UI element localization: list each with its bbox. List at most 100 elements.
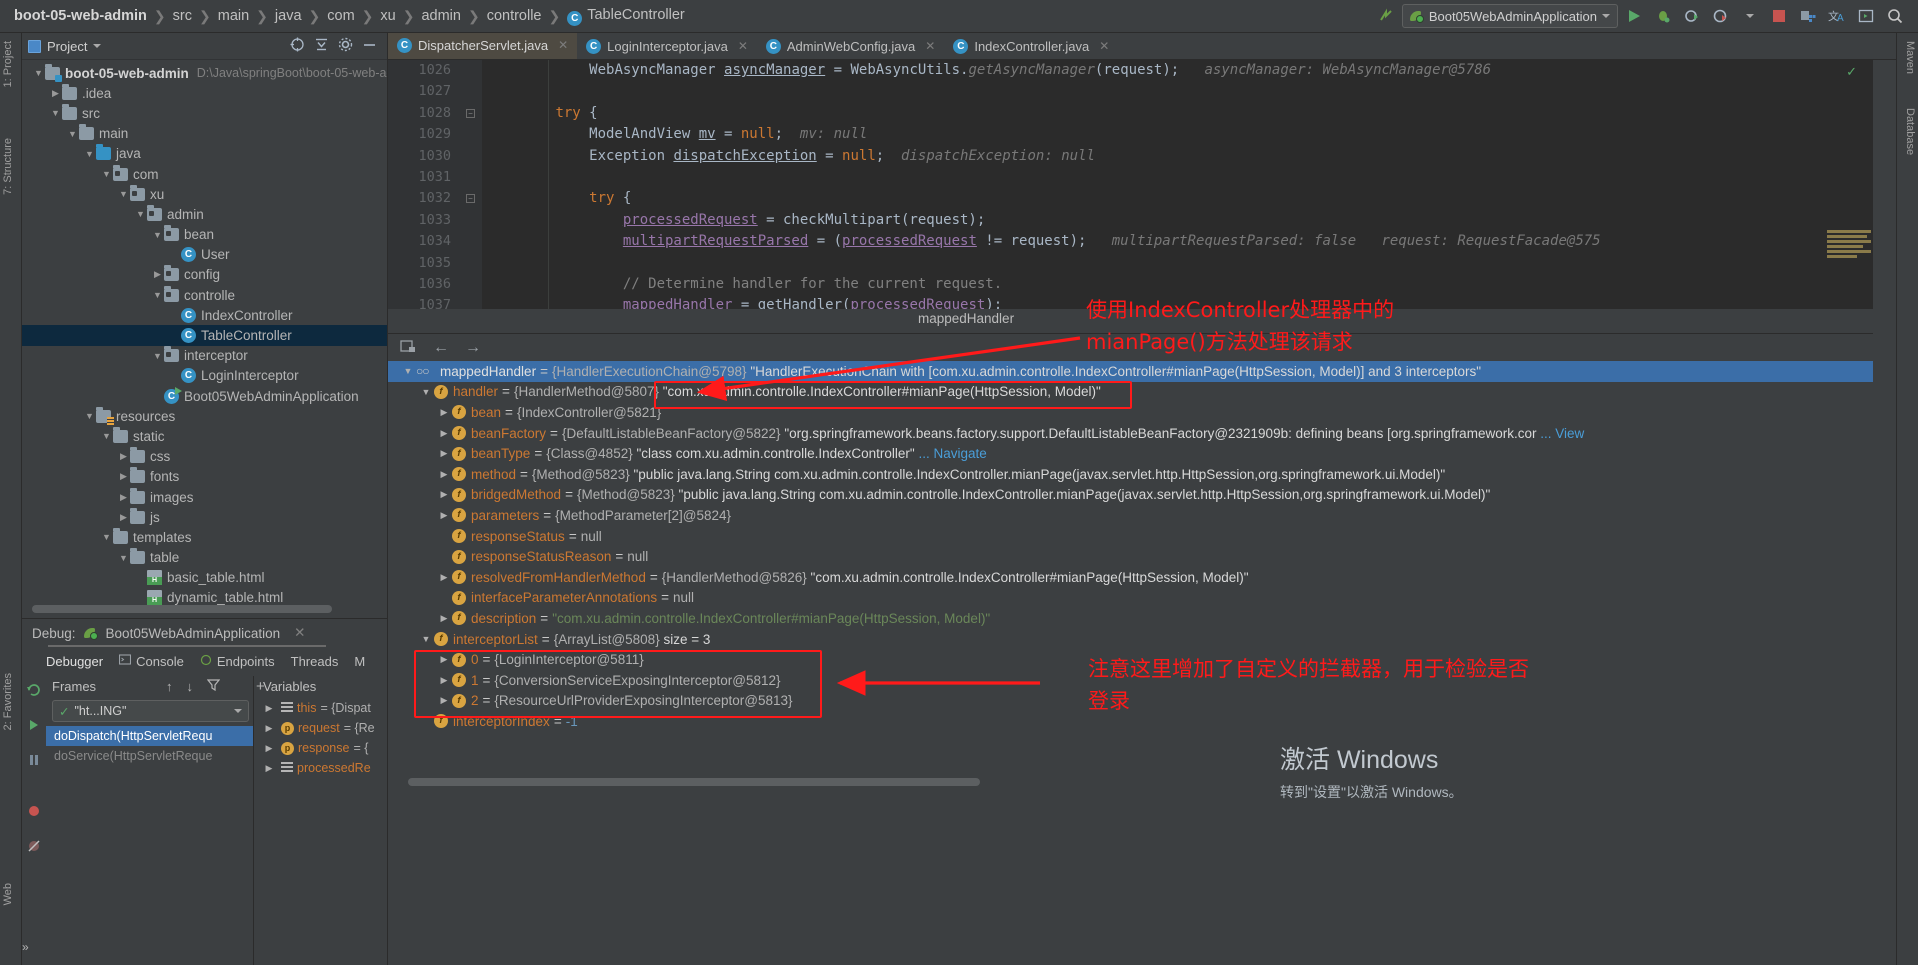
project-tree-item[interactable]: ▶ images — [22, 487, 387, 507]
breadcrumb-item-1[interactable]: src — [173, 8, 192, 24]
close-icon[interactable]: ✕ — [294, 625, 305, 641]
project-tree-item[interactable]: ▼ table — [22, 548, 387, 568]
editor-fold-column[interactable]: − − — [460, 60, 482, 309]
variable-row[interactable]: ▶ f bridgedMethod = {Method@5823} "public ja… — [388, 485, 1873, 506]
project-tree-item[interactable]: ▼ xu — [22, 184, 387, 204]
tree-expand-arrow[interactable]: ▼ — [49, 108, 62, 118]
project-tree-item[interactable]: ▶ js — [22, 507, 387, 527]
tool-window-favorites[interactable]: 2: Favorites — [2, 673, 14, 730]
tree-expand-arrow[interactable]: ▶ — [436, 654, 452, 665]
project-tree-item[interactable]: ▶ config — [22, 265, 387, 285]
tree-expand-arrow[interactable]: ▼ — [83, 411, 96, 421]
add-watch-icon[interactable]: + — [256, 678, 265, 695]
project-tree-item[interactable]: ▼ bean — [22, 225, 387, 245]
project-tree-item[interactable]: ▼ admin — [22, 204, 387, 224]
breadcrumb-item-0[interactable]: boot-05-web-admin — [14, 8, 147, 24]
breadcrumb-item-7[interactable]: controlle — [487, 8, 542, 24]
project-tree-item[interactable]: ▶ fonts — [22, 467, 387, 487]
variables-hscrollbar[interactable] — [408, 778, 980, 786]
hide-icon[interactable] — [362, 37, 377, 55]
close-icon[interactable]: ✕ — [558, 38, 568, 52]
variable-mini-row[interactable]: ▶ p response = { — [255, 738, 388, 758]
tree-expand-arrow[interactable]: ▼ — [83, 149, 96, 159]
project-tree-item[interactable]: ▼ resources — [22, 406, 387, 426]
frames-list[interactable]: doDispatch(HttpServletRequ doService(Http… — [46, 726, 253, 766]
project-tree-hscrollbar[interactable] — [32, 605, 332, 613]
variable-row[interactable]: ▶ f beanType = {Class@4852} "class com.xu.ad… — [388, 443, 1873, 464]
filter-icon[interactable] — [206, 678, 221, 694]
tree-expand-arrow[interactable]: ▶ — [261, 723, 277, 734]
debug-tab[interactable]: Threads — [291, 654, 339, 669]
project-tree-item[interactable]: ▼ boot-05-web-admin D:\Java\springBoot\boo… — [22, 63, 387, 83]
breadcrumb-item-8[interactable]: C TableController — [567, 7, 685, 26]
tree-expand-arrow[interactable]: ▶ — [436, 531, 452, 542]
variable-row[interactable]: ▶ f resolvedFromHandlerMethod = {HandlerMeth… — [388, 567, 1873, 588]
tree-expand-arrow[interactable]: ▶ — [134, 592, 147, 603]
view-breakpoints-icon[interactable] — [26, 803, 42, 822]
tree-expand-arrow[interactable]: ▶ — [117, 451, 130, 462]
tree-expand-arrow[interactable]: ▼ — [100, 431, 113, 441]
variable-row[interactable]: ▶ f method = {Method@5823} "public java.lang… — [388, 464, 1873, 485]
tree-expand-arrow[interactable]: ▶ — [436, 551, 452, 562]
tree-expand-arrow[interactable]: ▶ — [168, 330, 181, 341]
variable-action-link[interactable]: ... Navigate — [915, 446, 986, 461]
up-arrow-icon[interactable]: ↑ — [166, 679, 173, 694]
variable-row[interactable]: ▶ f parameters = {MethodParameter[2]@5824} — [388, 505, 1873, 526]
tree-expand-arrow[interactable]: ▶ — [436, 592, 452, 603]
tree-expand-arrow[interactable]: ▼ — [151, 351, 164, 361]
tree-expand-arrow[interactable]: ▶ — [436, 695, 452, 706]
tree-expand-arrow[interactable]: ▼ — [418, 634, 434, 644]
tree-expand-arrow[interactable]: ▶ — [436, 675, 452, 686]
tree-expand-arrow[interactable]: ▶ — [117, 492, 130, 503]
tree-expand-arrow[interactable]: ▶ — [436, 469, 452, 480]
tool-window-structure[interactable]: 7: Structure — [2, 138, 14, 195]
editor-tab[interactable]: C IndexController.java ✕ — [944, 33, 1118, 59]
breadcrumb-item-3[interactable]: java — [275, 8, 302, 24]
project-tree-item[interactable]: ▼ main — [22, 124, 387, 144]
fold-marker-icon[interactable]: − — [466, 108, 475, 118]
tree-expand-arrow[interactable]: ▶ — [261, 703, 277, 714]
tree-expand-arrow[interactable]: ▶ — [436, 407, 452, 418]
variable-row[interactable]: ▼ ○○ mappedHandler = {HandlerExecutionChain@… — [388, 361, 1873, 382]
rerun-icon[interactable] — [26, 682, 42, 701]
project-tree-item[interactable]: ▶ basic_table.html — [22, 568, 387, 588]
tree-expand-arrow[interactable]: ▶ — [261, 743, 277, 754]
tree-expand-arrow[interactable]: ▼ — [117, 553, 130, 563]
project-tree-item[interactable]: ▶CBoot05WebAdminApplication — [22, 386, 387, 406]
stack-frame-row[interactable]: doDispatch(HttpServletRequ — [46, 726, 253, 746]
project-tree-item[interactable]: ▼ java — [22, 144, 387, 164]
tree-expand-arrow[interactable]: ▶ — [134, 572, 147, 583]
run-with-coverage-icon[interactable] — [1679, 4, 1705, 28]
watch-icon[interactable] — [400, 339, 417, 357]
down-arrow-icon[interactable]: ↓ — [187, 679, 194, 694]
tree-expand-arrow[interactable]: ▼ — [400, 366, 416, 376]
tree-expand-arrow[interactable]: ▼ — [117, 189, 130, 199]
tree-expand-arrow[interactable]: ▶ — [49, 88, 62, 99]
project-tree[interactable]: ▼ boot-05-web-admin D:\Java\springBoot\boo… — [22, 60, 387, 613]
project-tree-item[interactable]: ▼ controlle — [22, 285, 387, 305]
variable-row[interactable]: ▼ f interceptorList = {ArrayList@5808} size … — [388, 629, 1873, 650]
resume-icon[interactable] — [26, 717, 42, 736]
build-icon[interactable] — [1373, 4, 1399, 28]
project-tree-item[interactable]: ▼ static — [22, 426, 387, 446]
tree-expand-arrow[interactable]: ▶ — [436, 572, 452, 583]
tree-expand-arrow[interactable]: ▶ — [418, 716, 434, 727]
tree-expand-arrow[interactable]: ▼ — [151, 230, 164, 240]
debug-icon[interactable] — [1650, 4, 1676, 28]
project-tree-item[interactable]: ▶ .idea — [22, 83, 387, 103]
pause-icon[interactable] — [26, 752, 42, 771]
tree-expand-arrow[interactable]: ▶ — [261, 763, 277, 774]
profiler-icon[interactable] — [1708, 4, 1734, 28]
variable-action-link[interactable]: ... View — [1536, 426, 1584, 441]
tool-window-project[interactable]: 1: Project — [2, 41, 14, 87]
code-editor[interactable]: 1026 1027 1028 1029 1030 1031 1032 1033 1034 1035… — [388, 60, 1873, 309]
debug-tab[interactable]: Debugger — [46, 654, 103, 669]
editor-tab[interactable]: C LoginInterceptor.java ✕ — [577, 33, 757, 59]
variable-row[interactable]: ▶f responseStatusReason=null — [388, 546, 1873, 567]
tree-expand-arrow[interactable]: ▶ — [436, 489, 452, 500]
editor-tab[interactable]: C AdminWebConfig.java ✕ — [757, 33, 944, 59]
editor-code-area[interactable]: WebAsyncManager asyncManager = WebAsyncU… — [482, 60, 1873, 309]
tree-expand-arrow[interactable]: ▶ — [117, 471, 130, 482]
mute-breakpoints-icon[interactable] — [26, 838, 42, 857]
close-icon[interactable]: ✕ — [1099, 39, 1109, 53]
